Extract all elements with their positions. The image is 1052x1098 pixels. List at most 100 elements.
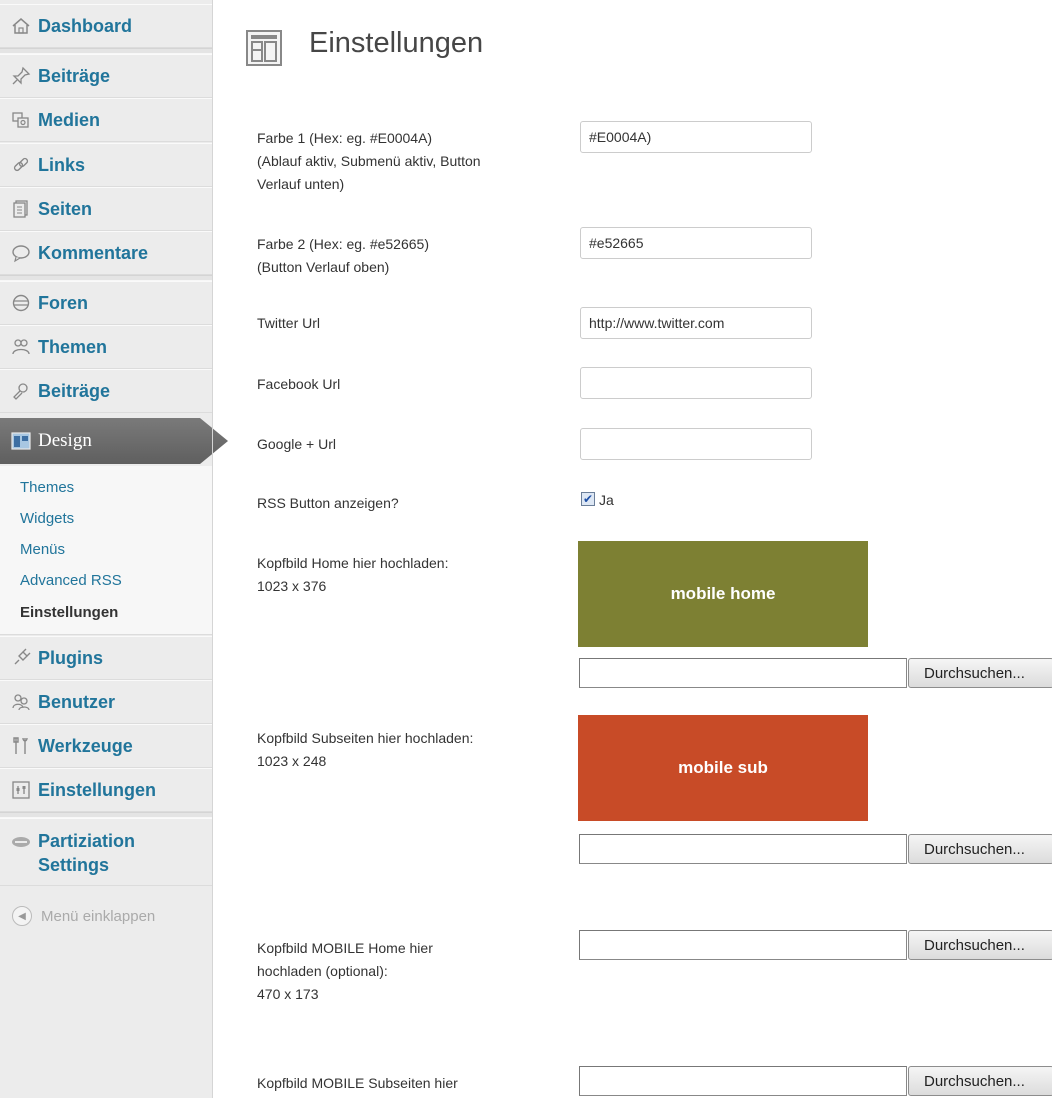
- menu-item-replies[interactable]: Beiträge: [0, 369, 213, 413]
- header-sub-preview: mobile sub: [578, 715, 868, 821]
- tools-icon: [10, 735, 32, 757]
- admin-sidebar: Dashboard Beiträge Medien Links Seiten K…: [0, 0, 228, 1098]
- menu-label-dashboard: Dashboard: [38, 15, 133, 36]
- submenu-menus[interactable]: Menüs: [20, 541, 65, 558]
- collapse-menu-label: Menü einklappen: [41, 907, 156, 925]
- menu-label-replies: Beiträge: [38, 380, 111, 401]
- header-home-preview-text: mobile home: [670, 584, 776, 603]
- header-sub-label-line1: Kopfbild Subseiten hier hochladen:: [257, 730, 474, 746]
- header-sub-label: Kopfbild Subseiten hier hochladen: 1023 …: [257, 727, 557, 773]
- header-sub-browse-button[interactable]: Durchsuchen...: [908, 834, 1052, 864]
- dashboard-icon: [10, 15, 32, 37]
- menu-label-media: Medien: [38, 109, 101, 130]
- header-home-file-input[interactable]: [579, 658, 907, 688]
- header-home-label: Kopfbild Home hier hochladen: 1023 x 376: [257, 552, 557, 598]
- menu-label-topics: Themen: [38, 336, 108, 357]
- settings-icon: [10, 779, 32, 801]
- menu-label-pages: Seiten: [38, 198, 93, 219]
- google-label: Google + Url: [257, 436, 336, 452]
- header-home-label-line2: 1023 x 376: [257, 578, 327, 594]
- color2-input[interactable]: [580, 227, 812, 259]
- menu-item-posts[interactable]: Beiträge: [0, 54, 213, 98]
- menu-item-forums[interactable]: Foren: [0, 281, 213, 325]
- submenu-widgets[interactable]: Widgets: [20, 510, 74, 527]
- menu-item-tools[interactable]: Werkzeuge: [0, 724, 213, 768]
- menu-label-design: Design: [38, 430, 92, 451]
- menu-label-plugins: Plugins: [38, 647, 104, 668]
- submenu-advanced-rss[interactable]: Advanced RSS: [20, 572, 122, 589]
- design-submenu: Themes Widgets Menüs Advanced RSS Einste…: [0, 466, 213, 635]
- mobile-sub-browse-button[interactable]: Durchsuchen...: [908, 1066, 1052, 1096]
- color2-label-line1: Farbe 2 (Hex: eg. #e52665): [257, 236, 429, 252]
- submenu-themes[interactable]: Themes: [20, 479, 74, 496]
- menu-item-media[interactable]: Medien: [0, 98, 213, 142]
- page-title: Einstellungen: [309, 27, 484, 59]
- submenu-einstellungen[interactable]: Einstellungen: [20, 604, 118, 621]
- color1-label-line3: Verlauf unten): [257, 176, 345, 192]
- color2-label: Farbe 2 (Hex: eg. #e52665) (Button Verla…: [257, 233, 557, 279]
- partiziation-line1: Partiziation: [38, 831, 136, 851]
- topics-icon: [10, 336, 32, 358]
- twitter-label: Twitter Url: [257, 315, 320, 331]
- rss-checkbox-label: Ja: [599, 492, 614, 508]
- color2-label-line2: (Button Verlauf oben): [257, 259, 390, 275]
- media-icon: [10, 109, 32, 131]
- color1-label-line2: (Ablauf aktiv, Submenü aktiv, Button: [257, 153, 481, 169]
- header-sub-label-line2: 1023 x 248: [257, 753, 327, 769]
- menu-item-settings[interactable]: Einstellungen: [0, 768, 213, 812]
- menu-item-links[interactable]: Links: [0, 143, 213, 187]
- mobile-home-label-line3: 470 x 173: [257, 986, 319, 1002]
- menu-label-settings: Einstellungen: [38, 779, 157, 800]
- menu-item-pages[interactable]: Seiten: [0, 187, 213, 231]
- menu-item-partiziation-settings[interactable]: Partiziation Settings: [0, 818, 213, 886]
- main-content: Einstellungen Farbe 1 (Hex: eg. #E0004A)…: [213, 0, 1052, 1098]
- menu-label-links: Links: [38, 154, 86, 175]
- menu-item-plugins[interactable]: Plugins: [0, 636, 213, 680]
- color1-label: Farbe 1 (Hex: eg. #E0004A) (Ablauf aktiv…: [257, 127, 557, 196]
- links-icon: [10, 154, 32, 176]
- mobile-home-browse-button[interactable]: Durchsuchen...: [908, 930, 1052, 960]
- mobile-sub-file-input[interactable]: [579, 1066, 907, 1096]
- rss-label: RSS Button anzeigen?: [257, 495, 399, 511]
- plugins-icon: [10, 647, 32, 669]
- menu-item-comments[interactable]: Kommentare: [0, 231, 213, 275]
- users-icon: [10, 691, 32, 713]
- header-sub-file-input[interactable]: [579, 834, 907, 864]
- pages-icon: [10, 198, 32, 220]
- facebook-label: Facebook Url: [257, 376, 341, 392]
- collapse-arrow-icon: ◀: [12, 906, 32, 926]
- twitter-url-input[interactable]: [580, 307, 812, 339]
- pin-icon: [10, 65, 32, 87]
- replies-icon: [10, 380, 32, 402]
- menu-item-dashboard[interactable]: Dashboard: [0, 4, 213, 48]
- header-home-browse-button[interactable]: Durchsuchen...: [908, 658, 1052, 688]
- appearance-icon: [10, 430, 32, 452]
- menu-item-topics[interactable]: Themen: [0, 325, 213, 369]
- menu-item-users[interactable]: Benutzer: [0, 680, 213, 724]
- partiziation-icon: [10, 831, 32, 853]
- facebook-url-input[interactable]: [580, 367, 812, 399]
- mobile-home-label: Kopfbild MOBILE Home hier hochladen (opt…: [257, 937, 557, 1006]
- partiziation-line2: Settings: [38, 855, 110, 875]
- mobile-sub-label-line1: Kopfbild MOBILE Subseiten hier: [257, 1075, 458, 1091]
- header-sub-preview-text: mobile sub: [678, 758, 768, 777]
- mobile-home-label-line2: hochladen (optional):: [257, 963, 388, 979]
- mobile-home-label-line1: Kopfbild MOBILE Home hier: [257, 940, 433, 956]
- color1-input[interactable]: [580, 121, 812, 153]
- collapse-menu-button[interactable]: ◀ Menü einklappen: [12, 906, 155, 926]
- rss-checkbox[interactable]: ✔: [581, 492, 595, 506]
- menu-label-posts: Beiträge: [38, 65, 111, 86]
- comments-icon: [10, 242, 32, 264]
- menu-label-users: Benutzer: [38, 691, 116, 712]
- mobile-home-file-input[interactable]: [579, 930, 907, 960]
- menu-label-partiziation: Partiziation Settings: [38, 829, 135, 877]
- color1-label-line1: Farbe 1 (Hex: eg. #E0004A): [257, 130, 433, 146]
- header-home-preview: mobile home: [578, 541, 868, 647]
- header-home-label-line1: Kopfbild Home hier hochladen:: [257, 555, 449, 571]
- menu-label-comments: Kommentare: [38, 242, 149, 263]
- menu-label-forums: Foren: [38, 292, 89, 313]
- forums-icon: [10, 292, 32, 314]
- page-title-icon: [246, 30, 282, 66]
- google-url-input[interactable]: [580, 428, 812, 460]
- menu-item-design[interactable]: Design: [0, 418, 228, 464]
